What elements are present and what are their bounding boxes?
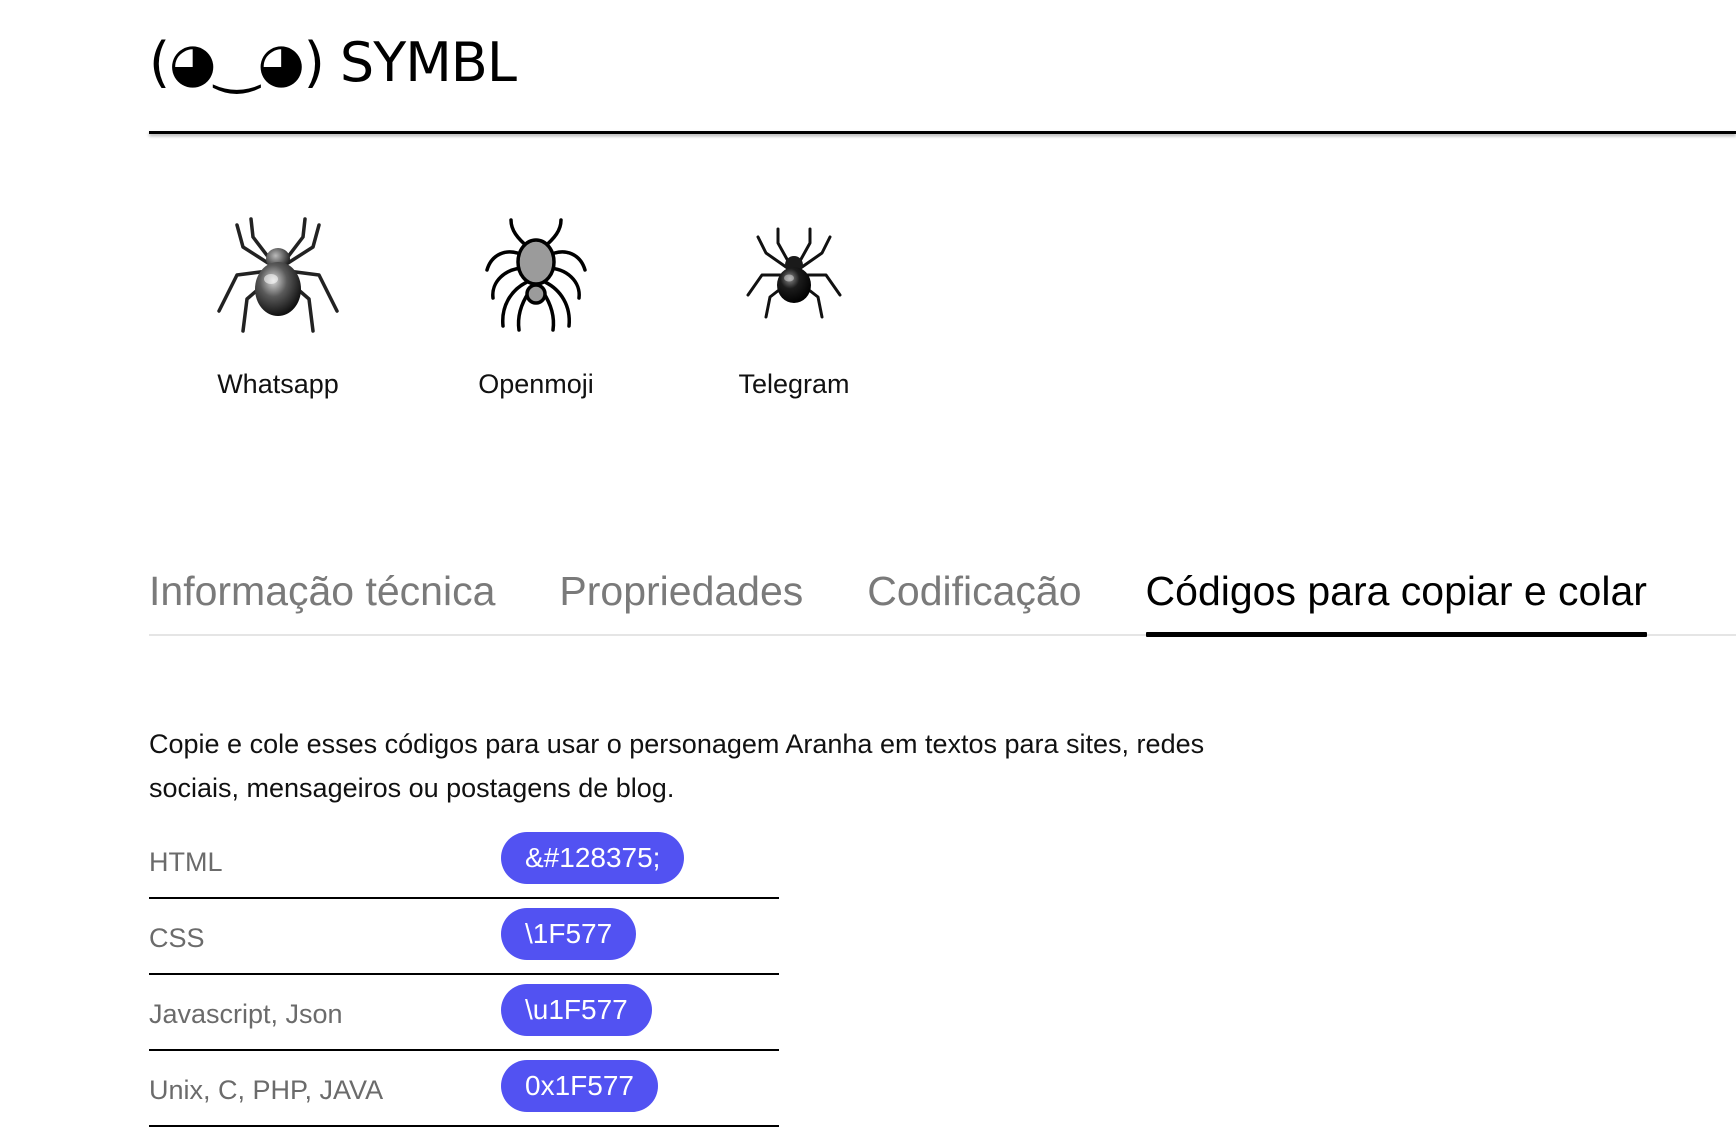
tab-bar: Informação técnica Propriedades Codifica… bbox=[149, 558, 1736, 637]
code-row-unix: Unix, C, PHP, JAVA 0x1F577 bbox=[149, 1053, 779, 1127]
codes-description: Copie e cole esses códigos para usar o p… bbox=[149, 729, 1205, 803]
code-label: HTML bbox=[149, 847, 223, 877]
platform-label: Whatsapp bbox=[217, 369, 339, 399]
code-row-css: CSS \1F577 bbox=[149, 901, 779, 975]
header-divider bbox=[149, 131, 1736, 134]
codes-table: HTML &#128375; CSS \1F577 Javascript, Js… bbox=[149, 825, 779, 1129]
code-row-javascript: Javascript, Json \u1F577 bbox=[149, 977, 779, 1051]
tab-codigos-copiar-colar[interactable]: Códigos para copiar e colar bbox=[1145, 558, 1648, 637]
platform-label: Openmoji bbox=[478, 369, 594, 399]
platform-openmoji: Openmoji bbox=[407, 200, 665, 400]
copy-code-button[interactable]: 0x1F577 bbox=[501, 1060, 658, 1112]
site-logo[interactable]: (◕‿◕) SYMBL bbox=[149, 22, 517, 102]
platform-telegram: Telegram bbox=[665, 200, 923, 400]
tab-propriedades[interactable]: Propriedades bbox=[559, 558, 803, 634]
code-label: Javascript, Json bbox=[149, 999, 343, 1029]
spider-icon bbox=[461, 200, 611, 350]
platform-label: Telegram bbox=[738, 369, 850, 399]
platform-whatsapp: Whatsapp bbox=[149, 200, 407, 400]
spider-icon bbox=[203, 200, 353, 350]
code-label: Unix, C, PHP, JAVA bbox=[149, 1075, 384, 1105]
tab-codificacao[interactable]: Codificação bbox=[867, 558, 1081, 634]
platform-previews: Whatsapp Openmoji Telegram bbox=[149, 200, 923, 400]
copy-code-button[interactable]: &#128375; bbox=[501, 832, 685, 884]
code-row-html: HTML &#128375; bbox=[149, 825, 779, 899]
tab-informacao-tecnica[interactable]: Informação técnica bbox=[149, 558, 495, 634]
copy-code-button[interactable]: \1F577 bbox=[501, 908, 637, 960]
copy-code-button[interactable]: \u1F577 bbox=[501, 984, 652, 1036]
spider-icon bbox=[719, 200, 869, 350]
code-label: CSS bbox=[149, 923, 205, 953]
